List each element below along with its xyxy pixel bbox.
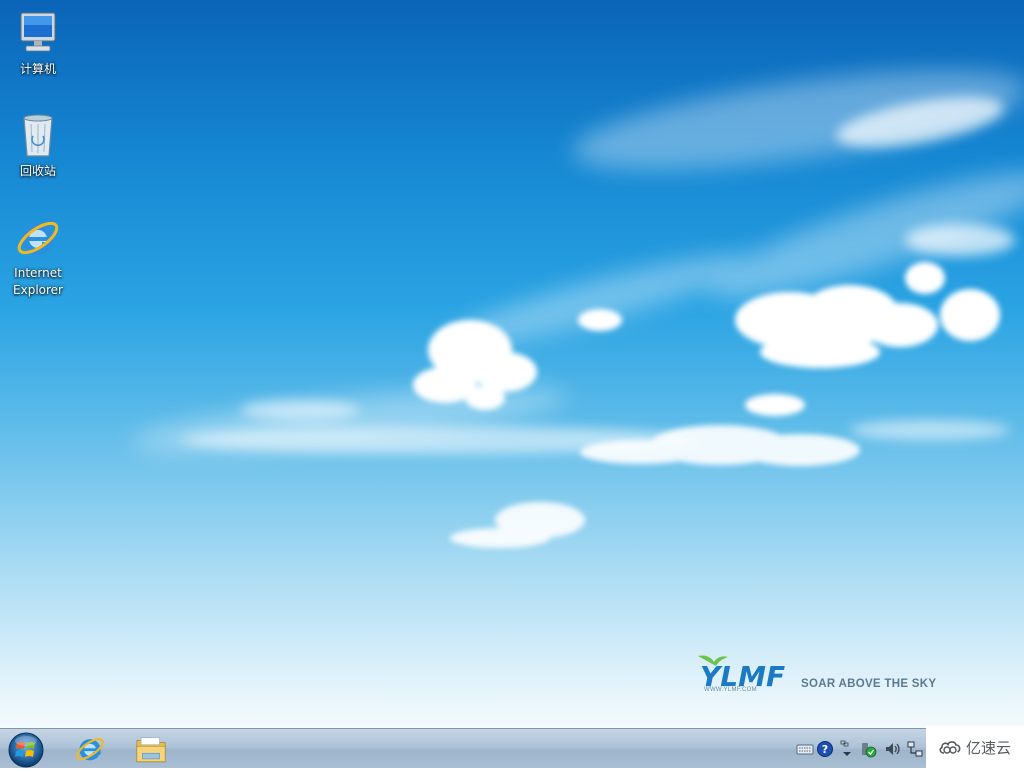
notification-area: ? xyxy=(792,729,926,769)
desktop-icon-internet-explorer[interactable]: Internet Explorer xyxy=(0,214,76,299)
desktop[interactable]: 计算机 回收站 Internet Explorer YLMF SOAR ABOV… xyxy=(0,0,1024,728)
windows-start-icon xyxy=(8,732,44,768)
internet-explorer-icon xyxy=(76,738,104,761)
help-icon[interactable]: ? xyxy=(816,740,834,758)
desktop-icon-label: Internet Explorer xyxy=(13,266,63,297)
show-hidden-icons-chevron[interactable] xyxy=(838,740,856,758)
desktop-icon-computer[interactable]: 计算机 xyxy=(0,10,76,78)
desktop-icon-label: 回收站 xyxy=(19,164,56,178)
svg-text:?: ? xyxy=(822,743,828,756)
taskbar: ? xyxy=(0,728,1024,768)
cloud-logo-icon xyxy=(939,741,961,754)
keyboard-icon[interactable] xyxy=(796,740,814,758)
brand-url: WWW.YLMF.COM xyxy=(704,687,757,693)
taskbar-pinned-internet-explorer[interactable] xyxy=(62,730,118,768)
watermark: 亿速云 xyxy=(926,726,1024,768)
start-button[interactable] xyxy=(6,730,46,768)
brand-tagline: SOAR ABOVE THE SKY xyxy=(801,678,937,690)
network-icon[interactable] xyxy=(906,740,924,758)
internet-explorer-icon xyxy=(17,221,59,255)
wallpaper-brand: YLMF SOAR ABOVE THE SKY WWW.YLMF.COM xyxy=(696,652,956,702)
action-center-icon[interactable] xyxy=(860,740,878,758)
computer-icon xyxy=(20,12,56,52)
volume-icon[interactable] xyxy=(884,740,902,758)
desktop-icon-label: 计算机 xyxy=(19,62,56,76)
ylmf-logo-icon: YLMF xyxy=(698,655,785,693)
folder-library-icon xyxy=(136,737,166,763)
taskbar-pinned-windows-explorer[interactable] xyxy=(123,730,179,768)
watermark-text: 亿速云 xyxy=(966,738,1012,757)
desktop-icon-recycle-bin[interactable]: 回收站 xyxy=(0,112,76,180)
recycle-bin-icon xyxy=(23,114,53,157)
wallpaper-clouds xyxy=(131,70,1024,548)
